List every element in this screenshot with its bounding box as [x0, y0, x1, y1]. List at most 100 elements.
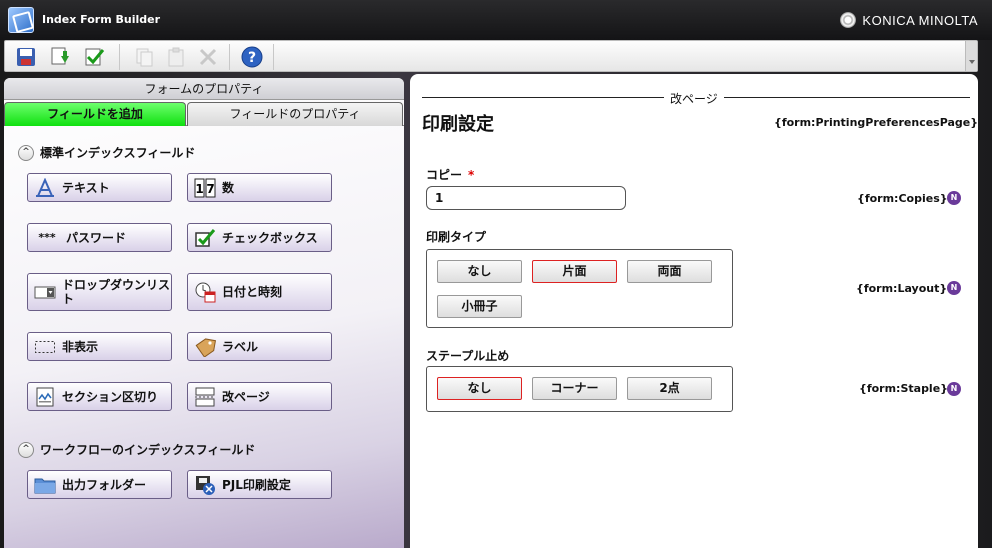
copy-icon: [136, 48, 153, 67]
button-label: チェックボックス: [222, 230, 318, 245]
collapse-icon[interactable]: ^: [18, 144, 34, 161]
layout-option-none[interactable]: なし: [437, 260, 522, 283]
button-label: 出力フォルダー: [62, 477, 147, 492]
paste-icon: [168, 47, 184, 67]
button-label: 数: [222, 180, 235, 195]
number-icon: 17: [194, 178, 216, 198]
brand-logo: KONICA MINOLTA: [840, 12, 978, 28]
tag-icon: [194, 337, 216, 357]
button-label: パスワード: [66, 230, 127, 245]
folder-icon: [34, 475, 56, 495]
button-label: 改ページ: [222, 389, 270, 404]
n-badge-icon: N: [947, 191, 961, 205]
dropdown-icon: [34, 282, 56, 302]
help-icon: ?: [241, 46, 263, 68]
toolbar-overflow-button[interactable]: [965, 41, 977, 71]
calendar-clock-icon: [194, 282, 216, 303]
layout-option-duplex[interactable]: 両面: [627, 260, 712, 283]
tab-add-field[interactable]: フィールドを追加: [4, 102, 186, 126]
n-badge-icon: N: [947, 281, 961, 295]
form-title[interactable]: 印刷設定: [422, 110, 494, 136]
printer-settings-icon: [194, 475, 216, 495]
n-badge-icon: N: [947, 382, 961, 396]
add-output-folder-button[interactable]: 出力フォルダー: [27, 470, 172, 499]
toolbar-separator: [229, 44, 230, 70]
copy-button[interactable]: [131, 44, 157, 70]
add-page-break-button[interactable]: 改ページ: [187, 382, 332, 411]
form-preview: 改ページ 印刷設定 {form:PrintingPreferencesPage}…: [410, 74, 978, 548]
staple-option-two-points[interactable]: 2点: [627, 377, 712, 400]
add-number-field-button[interactable]: 17 数: [187, 173, 332, 202]
button-label: テキスト: [62, 180, 110, 195]
copies-tag: {form:Copies}: [857, 192, 948, 205]
konica-minolta-logo-icon: [840, 12, 857, 28]
toolbar: ?: [4, 40, 978, 72]
title-bar: Index Form Builder KONICA MINOLTA: [0, 0, 992, 40]
button-label: ラベル: [222, 339, 259, 354]
layout-tag: {form:Layout}: [856, 282, 948, 295]
workflow-fields-section[interactable]: ^ ワークフローのインデックスフィールド: [18, 441, 255, 458]
password-icon: ***: [38, 231, 56, 244]
section-title: ワークフローのインデックスフィールド: [40, 443, 256, 457]
checkbox-icon: [194, 228, 216, 248]
toolbar-separator: [119, 44, 120, 70]
download-icon: [51, 47, 69, 65]
delete-button[interactable]: [195, 44, 221, 70]
button-label: 非表示: [62, 339, 99, 354]
checkmark-icon: [85, 48, 105, 66]
add-section-break-button[interactable]: セクション区切り: [27, 382, 172, 411]
standard-fields-section[interactable]: ^ 標準インデックスフィールド: [18, 144, 195, 161]
form-properties-panel: フォームのプロパティ フィールドを追加 フィールドのプロパティ ^ 標準インデッ…: [4, 78, 404, 548]
copies-label: コピー *: [426, 166, 474, 183]
copies-label-text: コピー: [426, 168, 463, 182]
button-label: PJL印刷設定: [222, 477, 291, 492]
staple-option-none[interactable]: なし: [437, 377, 522, 400]
text-icon: [34, 177, 56, 198]
svg-text:1: 1: [195, 182, 203, 196]
app-title: Index Form Builder: [42, 13, 161, 26]
paste-button[interactable]: [163, 44, 189, 70]
hidden-field-icon: [34, 337, 56, 357]
add-label-field-button[interactable]: ラベル: [187, 332, 332, 361]
layout-option-simplex[interactable]: 片面: [532, 260, 617, 283]
tab-bar: フィールドを追加 フィールドのプロパティ: [4, 100, 404, 126]
staple-label: ステープル止め: [426, 349, 510, 363]
save-icon: [17, 48, 35, 66]
app-icon: [8, 7, 34, 33]
tab-field-properties[interactable]: フィールドのプロパティ: [187, 102, 403, 126]
staple-options-group: なし コーナー 2点: [426, 366, 733, 412]
staple-tag: {form:Staple}: [859, 382, 948, 395]
section-break-icon: [34, 387, 56, 407]
add-dropdown-field-button[interactable]: ドロップダウンリスト: [27, 273, 172, 311]
close-icon: [199, 48, 217, 66]
brand-name: KONICA MINOLTA: [862, 12, 978, 28]
form-title-tag: {form:PrintingPreferencesPage}: [774, 116, 979, 129]
save-as-button[interactable]: [47, 44, 73, 70]
copies-input[interactable]: 1: [426, 186, 626, 210]
validate-button[interactable]: [81, 44, 107, 70]
layout-options-group: なし 片面 両面 小冊子: [426, 249, 733, 328]
add-text-field-button[interactable]: テキスト: [27, 173, 172, 202]
svg-text:7: 7: [206, 182, 214, 196]
save-button[interactable]: [13, 44, 39, 70]
layout-label: 印刷タイプ: [426, 230, 487, 244]
button-label: ドロップダウンリスト: [62, 278, 171, 306]
add-password-field-button[interactable]: *** パスワード: [27, 223, 172, 252]
required-mark: *: [468, 168, 475, 182]
section-title: 標準インデックスフィールド: [40, 146, 196, 160]
button-label: 日付と時刻: [222, 285, 283, 299]
staple-option-corner[interactable]: コーナー: [532, 377, 617, 400]
svg-text:?: ?: [248, 50, 256, 66]
collapse-icon[interactable]: ^: [18, 441, 34, 458]
help-button[interactable]: ?: [239, 44, 265, 70]
page-break-icon: [194, 387, 216, 407]
add-hidden-field-button[interactable]: 非表示: [27, 332, 172, 361]
panel-title: フォームのプロパティ: [4, 78, 404, 100]
button-label: セクション区切り: [62, 389, 159, 404]
page-break-label: 改ページ: [664, 90, 724, 107]
add-datetime-field-button[interactable]: 日付と時刻: [187, 273, 332, 311]
add-checkbox-field-button[interactable]: チェックボックス: [187, 223, 332, 252]
layout-option-booklet[interactable]: 小冊子: [437, 295, 522, 318]
add-pjl-print-settings-button[interactable]: PJL印刷設定: [187, 470, 332, 499]
toolbar-separator: [273, 44, 274, 70]
